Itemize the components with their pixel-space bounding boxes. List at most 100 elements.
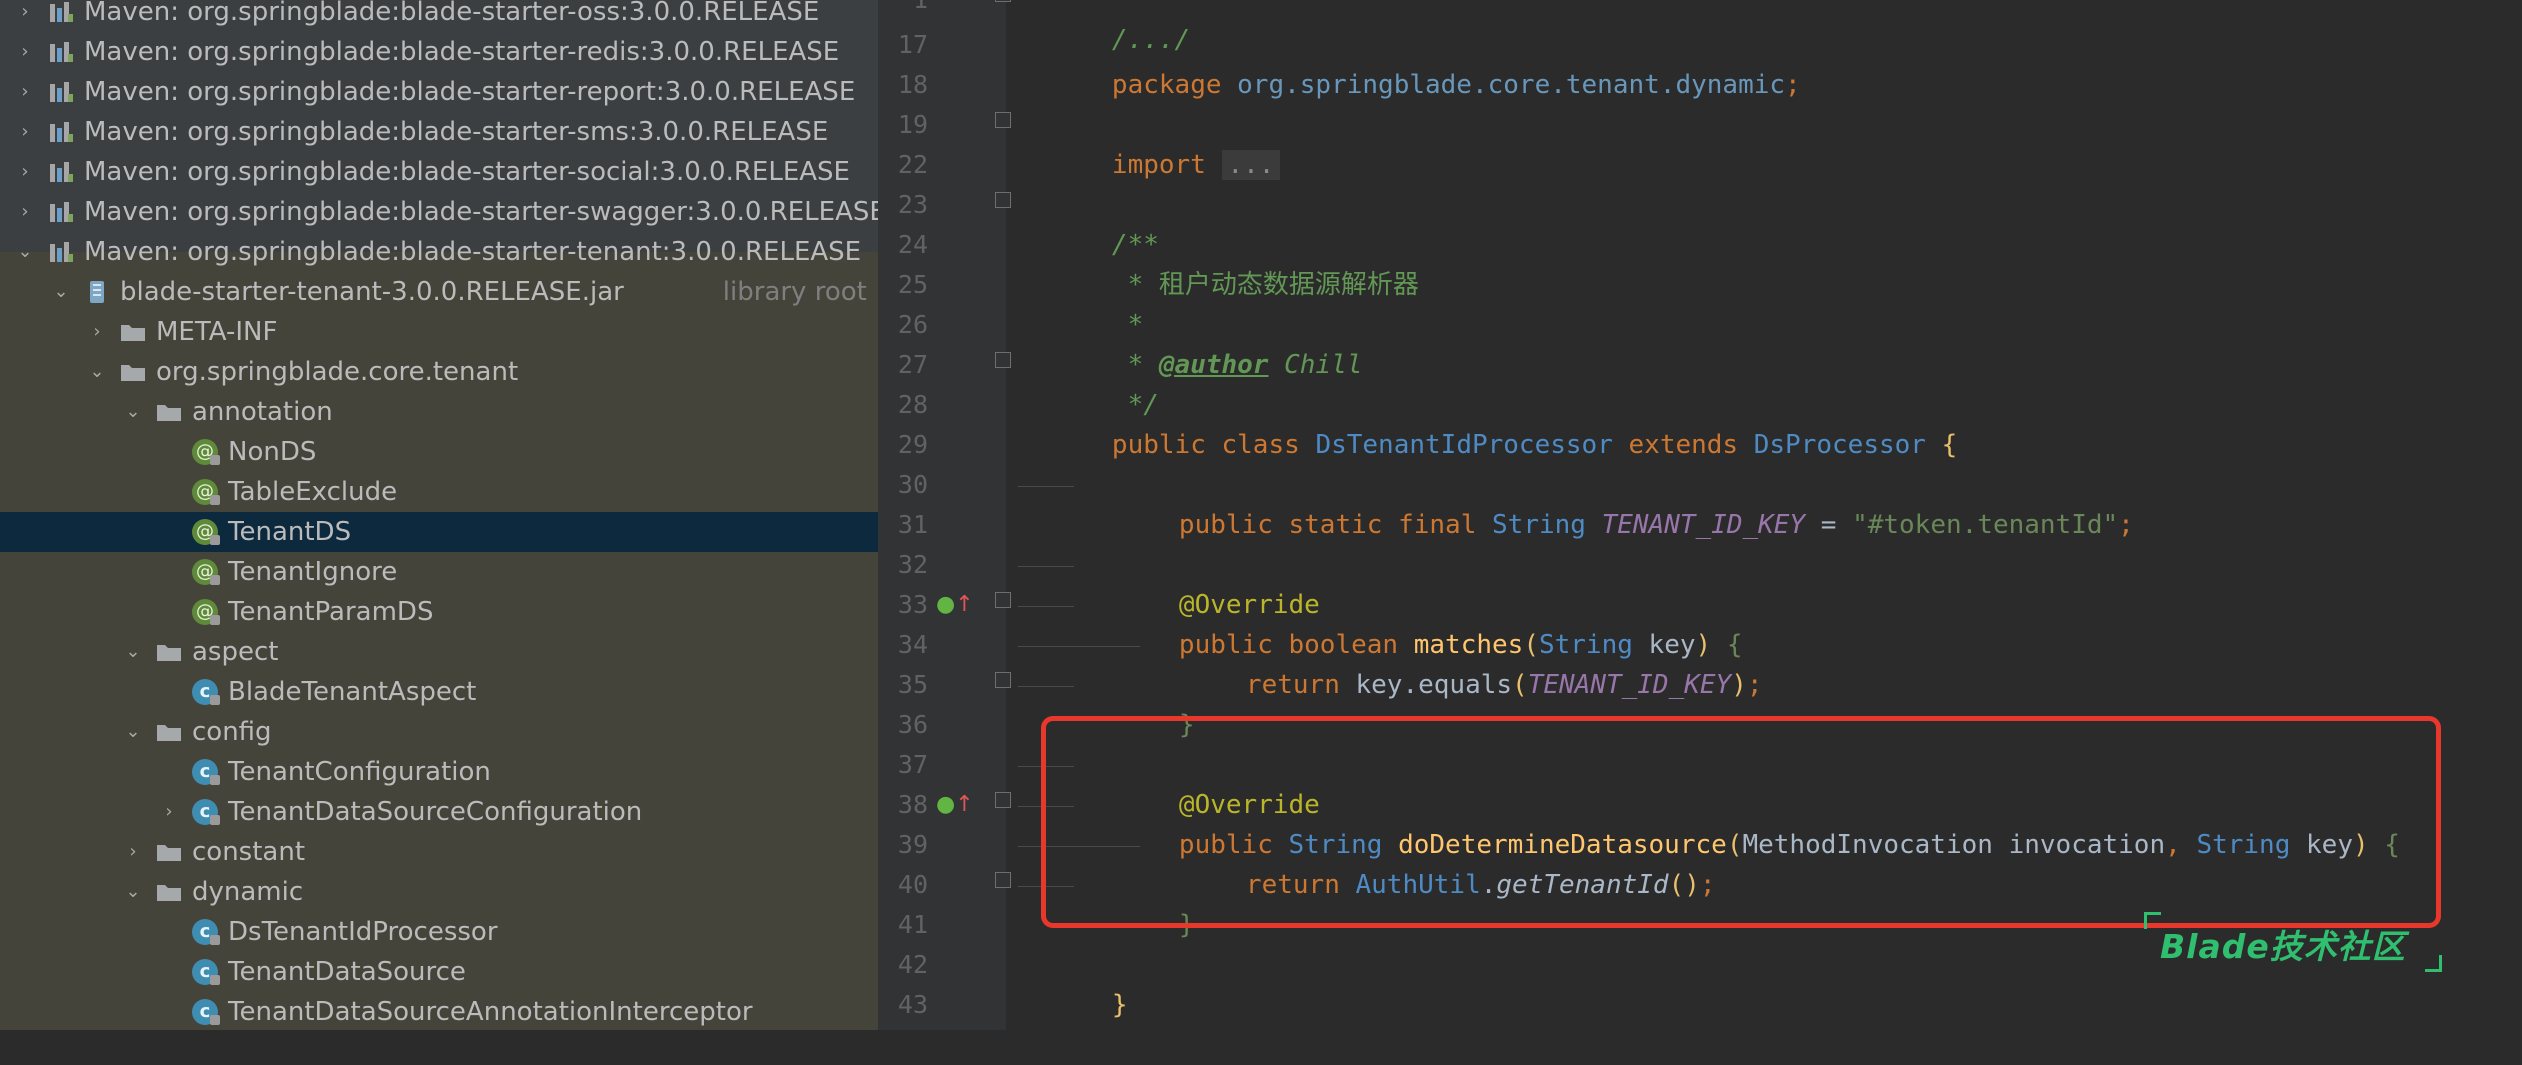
tree-row-label: blade-starter-tenant-3.0.0.RELEASE.jar xyxy=(120,277,624,307)
fold-toggle-icon[interactable] xyxy=(995,872,1011,888)
chevron-right-icon[interactable]: › xyxy=(14,112,36,152)
lock-icon xyxy=(210,935,220,945)
tree-row-label: TenantIgnore xyxy=(228,557,398,587)
line-number: 23 xyxy=(897,190,928,219)
override-gutter-icon[interactable]: ●↑ xyxy=(936,585,974,625)
line-number: 38 xyxy=(897,790,928,819)
class-name[interactable]: DsTenantIdProcessor xyxy=(1315,430,1612,460)
tree-row[interactable]: @ TenantIgnore xyxy=(0,552,878,592)
class-keyword: class xyxy=(1221,430,1300,460)
line-number: 41 xyxy=(897,910,928,939)
tree-row[interactable]: ⌄ dynamic xyxy=(0,872,878,912)
fold-toggle-icon[interactable] xyxy=(995,192,1011,208)
fold-toggle-icon[interactable] xyxy=(995,0,1011,2)
constant-value: "#token.tenantId" xyxy=(1852,510,2119,540)
tree-row[interactable]: › Maven: org.springblade:blade-starter-so… xyxy=(0,152,878,192)
tree-row[interactable]: @ TenantParamDS xyxy=(0,592,878,632)
line-number: 17 xyxy=(897,30,928,59)
class-open-brace: { xyxy=(1941,430,1958,460)
fold-toggle-icon[interactable] xyxy=(995,592,1011,608)
chevron-down-icon[interactable]: ⌄ xyxy=(14,232,36,272)
override-gutter-icon[interactable]: ●↑ xyxy=(936,785,974,825)
tree-row[interactable]: c BladeTenantAspect xyxy=(0,672,878,712)
tree-row[interactable]: c TenantDataSource xyxy=(0,952,878,992)
tree-row[interactable]: › Maven: org.springblade:blade-starter-re… xyxy=(0,72,878,112)
chevron-down-icon[interactable]: ⌄ xyxy=(122,872,144,912)
chevron-down-icon[interactable]: ⌄ xyxy=(122,712,144,752)
tree-row[interactable]: › Maven: org.springblade:blade-starter-sm… xyxy=(0,112,878,152)
tree-row[interactable]: ⌄ org.springblade.core.tenant xyxy=(0,352,878,392)
library-icon xyxy=(50,122,73,142)
tree-row[interactable]: ⌄ blade-starter-tenant-3.0.0.RELEASE.jar l… xyxy=(0,272,878,312)
package-name: org.springblade.core.tenant.dynamic xyxy=(1237,70,1786,100)
tree-row[interactable]: ⌄ aspect xyxy=(0,632,878,672)
extends-keyword: extends xyxy=(1628,430,1739,460)
tree-row[interactable]: ⌄ annotation xyxy=(0,392,878,432)
tree-row[interactable]: @ TenantDS xyxy=(0,512,878,552)
lock-icon xyxy=(210,535,220,545)
package-keyword: package xyxy=(1111,70,1222,100)
watermark-text: Blade技术社区 xyxy=(2160,927,2406,966)
assign-operator: = xyxy=(1820,510,1837,540)
folder-icon xyxy=(121,365,145,381)
chevron-right-icon[interactable]: › xyxy=(14,72,36,112)
chevron-down-icon[interactable]: ⌄ xyxy=(122,392,144,432)
indent-guide xyxy=(1018,686,1074,687)
chevron-right-icon[interactable]: › xyxy=(14,32,36,72)
constant-name[interactable]: TENANT_ID_KEY xyxy=(1602,510,1806,540)
lock-icon xyxy=(210,455,220,465)
tree-row-label: config xyxy=(192,717,272,747)
indent-guide xyxy=(1018,646,1140,647)
chevron-right-icon[interactable]: › xyxy=(122,832,144,872)
tree-row[interactable]: › Maven: org.springblade:blade-starter-sw… xyxy=(0,192,878,232)
library-icon xyxy=(50,162,73,182)
tree-row[interactable]: › c TenantDataSourceConfiguration xyxy=(0,792,878,832)
tree-row[interactable]: c TenantConfiguration xyxy=(0,752,878,792)
equals-call: key.equals xyxy=(1355,670,1513,700)
line-number: 22 xyxy=(897,150,928,179)
line-number: 42 xyxy=(897,950,928,979)
chevron-down-icon[interactable]: ⌄ xyxy=(122,632,144,672)
chevron-right-icon[interactable]: › xyxy=(86,312,108,352)
tree-row-label: dynamic xyxy=(192,877,304,907)
chevron-down-icon[interactable]: ⌄ xyxy=(86,352,108,392)
jar-icon xyxy=(90,281,104,303)
fold-toggle-icon[interactable] xyxy=(995,672,1011,688)
tree-row[interactable]: c TenantDataSourceAnnotationInterceptor xyxy=(0,992,878,1030)
doc-comment-description: * 租户动态数据源解析器 xyxy=(1111,270,1419,300)
superclass-name[interactable]: DsProcessor xyxy=(1754,430,1926,460)
lock-icon xyxy=(210,975,220,985)
chevron-right-icon[interactable]: › xyxy=(14,192,36,232)
fold-toggle-icon[interactable] xyxy=(995,792,1011,808)
tree-row-label: org.springblade.core.tenant xyxy=(156,357,519,387)
tree-row[interactable]: › META-INF xyxy=(0,312,878,352)
tree-row[interactable]: @ TableExclude xyxy=(0,472,878,512)
fold-toggle-icon[interactable] xyxy=(995,112,1011,128)
chevron-right-icon[interactable]: › xyxy=(14,152,36,192)
line-number: 26 xyxy=(897,310,928,339)
line-number: 25 xyxy=(897,270,928,299)
chevron-down-icon[interactable]: ⌄ xyxy=(50,272,72,312)
tree-row[interactable]: › Maven: org.springblade:blade-starter-re… xyxy=(0,32,878,72)
semicolon: ; xyxy=(1785,70,1801,100)
tree-row[interactable]: ⌄ config xyxy=(0,712,878,752)
tree-row[interactable]: ⌄ Maven: org.springblade:blade-starter-te… xyxy=(0,232,878,272)
line-number: 37 xyxy=(897,750,928,779)
watermark-corner-tl xyxy=(2144,912,2161,929)
code-line-17: package org.springblade.core.tenant.dyna… xyxy=(1018,25,1801,100)
tree-row[interactable]: › constant xyxy=(0,832,878,872)
open-paren: ( xyxy=(1512,670,1528,700)
line-number: 29 xyxy=(897,430,928,459)
chevron-right-icon[interactable]: › xyxy=(158,792,180,832)
tree-row-label: TenantDataSource xyxy=(228,957,466,987)
constant-ref[interactable]: TENANT_ID_KEY xyxy=(1528,670,1732,700)
fold-toggle-icon[interactable] xyxy=(995,352,1011,368)
tree-row[interactable]: @ NonDS xyxy=(0,432,878,472)
tree-row[interactable]: c DsTenantIdProcessor xyxy=(0,912,878,952)
chevron-right-icon[interactable]: › xyxy=(14,0,36,32)
tree-row-label: TenantConfiguration xyxy=(228,757,491,787)
tree-row[interactable]: › Maven: org.springblade:blade-starter-os… xyxy=(0,0,878,32)
line-number: 36 xyxy=(897,710,928,739)
collapsed-imports[interactable]: ... xyxy=(1221,150,1281,180)
tree-row-label: aspect xyxy=(192,637,279,667)
